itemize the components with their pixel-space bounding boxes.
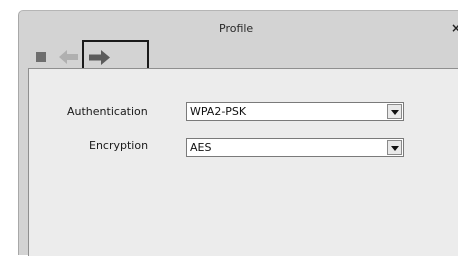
stop-icon[interactable]	[36, 52, 46, 62]
profile-window: Profile × Authentication WPA2-PSK Encryp…	[18, 10, 458, 256]
forward-arrow-icon[interactable]	[89, 50, 110, 65]
encryption-label: Encryption	[89, 139, 149, 152]
authentication-label: Authentication	[67, 105, 148, 118]
chevron-down-icon[interactable]	[387, 140, 402, 155]
window-title: Profile	[219, 22, 254, 35]
encryption-value: AES	[190, 141, 212, 154]
authentication-value: WPA2-PSK	[190, 105, 247, 118]
profile-settings-panel: Authentication WPA2-PSK Encryption AES	[28, 68, 458, 256]
back-arrow-icon[interactable]	[59, 50, 79, 64]
chevron-down-icon[interactable]	[387, 104, 402, 119]
close-icon[interactable]: ×	[451, 21, 458, 35]
encryption-select[interactable]: AES	[186, 138, 404, 157]
authentication-select[interactable]: WPA2-PSK	[186, 102, 404, 121]
